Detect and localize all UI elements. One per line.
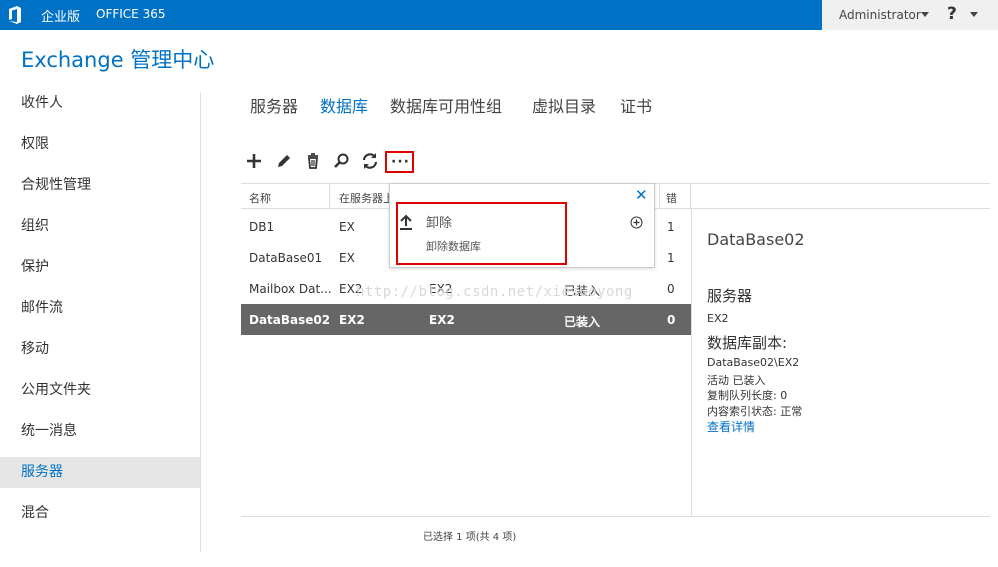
delete-icon[interactable] [304, 152, 324, 172]
nav-item-permissions[interactable]: 权限 [0, 129, 200, 160]
nav-item-public-folders[interactable]: 公用文件夹 [0, 375, 200, 406]
cell-count: 1 [667, 251, 675, 265]
more-icon: ··· [391, 154, 410, 170]
user-area: Administrator ? [822, 0, 998, 30]
chevron-down-icon[interactable] [921, 12, 929, 17]
nav-item-protection[interactable]: 保护 [0, 252, 200, 283]
column-header-server[interactable]: 在服务器上 [339, 190, 394, 206]
detail-copy-status: 活动 已装入 [707, 374, 766, 387]
cell-server: EX [339, 251, 355, 265]
close-icon[interactable]: ✕ [635, 186, 648, 204]
table-row-selected[interactable]: DataBase02 EX2 EX2 已装入 0 [241, 304, 691, 335]
dismount-description: 卸除数据库 [426, 240, 481, 253]
cell-status: 已装入 [564, 315, 601, 329]
search-icon[interactable] [333, 152, 353, 172]
detail-copies-heading: 数据库副本: [707, 334, 788, 352]
nav-item-hybrid[interactable]: 混合 [0, 498, 200, 529]
cell-server: EX [339, 220, 355, 234]
help-icon[interactable]: ? [947, 4, 957, 24]
tab-servers[interactable]: 服务器 [250, 93, 298, 117]
detail-server-heading: 服务器 [707, 287, 753, 305]
more-actions-dropdown: ✕ 卸除 卸除数据库 [389, 183, 655, 268]
detail-queue-length: 复制队列长度: 0 [707, 389, 788, 402]
tab-certificates[interactable]: 证书 [620, 93, 652, 117]
chevron-down-icon[interactable] [970, 12, 978, 17]
nav-item-mail-flow[interactable]: 邮件流 [0, 293, 200, 324]
nav-item-unified-messaging[interactable]: 统一消息 [0, 416, 200, 447]
more-button[interactable]: ··· [385, 151, 414, 173]
office-logo-icon[interactable] [7, 6, 23, 24]
view-details-link[interactable]: 查看详情 [707, 418, 755, 435]
detail-index-state: 内容索引状态: 正常 [707, 405, 803, 418]
footer-divider [241, 516, 990, 517]
column-separator [690, 184, 691, 208]
cell-server-2: EX2 [429, 313, 455, 327]
top-bar: 企业版 OFFICE 365 Administrator ? [0, 0, 998, 30]
detail-copy-name: DataBase02\EX2 [707, 356, 800, 369]
dismount-icon [400, 214, 412, 230]
cell-name: Mailbox Dat... [249, 282, 332, 296]
detail-title: DataBase02 [707, 230, 805, 249]
expand-plus-icon[interactable] [630, 216, 643, 229]
cell-count: 0 [667, 313, 676, 327]
cell-name: DataBase01 [249, 251, 323, 265]
edition-label[interactable]: 企业版 [41, 6, 80, 25]
cell-server: EX2 [339, 313, 365, 327]
refresh-icon[interactable] [361, 152, 381, 172]
cell-count: 0 [667, 282, 675, 296]
column-separator [659, 184, 660, 208]
edit-icon[interactable] [275, 152, 295, 172]
column-header-errors[interactable]: 错 [666, 190, 677, 206]
add-icon[interactable] [245, 152, 265, 172]
selection-status: 已选择 1 项(共 4 项) [423, 532, 517, 543]
dismount-menu-item[interactable] [396, 202, 567, 265]
dismount-label: 卸除 [426, 216, 453, 231]
column-header-name[interactable]: 名称 [249, 190, 271, 206]
detail-divider [691, 209, 692, 516]
tab-databases[interactable]: 数据库 [320, 93, 368, 117]
app-title: Exchange 管理中心 [21, 48, 215, 72]
nav-item-organization[interactable]: 组织 [0, 211, 200, 242]
office365-link[interactable]: OFFICE 365 [96, 7, 165, 21]
column-separator [329, 184, 330, 208]
cell-name: DataBase02 [249, 313, 331, 327]
tab-virtual-directories[interactable]: 虚拟目录 [532, 93, 596, 117]
nav-item-mobile[interactable]: 移动 [0, 334, 200, 365]
nav-item-servers[interactable]: 服务器 [0, 457, 200, 488]
detail-server-value: EX2 [707, 312, 729, 325]
nav-item-recipients[interactable]: 收件人 [0, 88, 200, 119]
tab-dag[interactable]: 数据库可用性组 [390, 93, 502, 117]
nav-item-compliance[interactable]: 合规性管理 [0, 170, 200, 201]
cell-count: 1 [667, 220, 675, 234]
cell-name: DB1 [249, 220, 275, 234]
user-menu[interactable]: Administrator [839, 8, 921, 22]
watermark: http://blog.csdn.net/xiezuoyong [356, 284, 633, 300]
nav-divider [200, 92, 201, 552]
